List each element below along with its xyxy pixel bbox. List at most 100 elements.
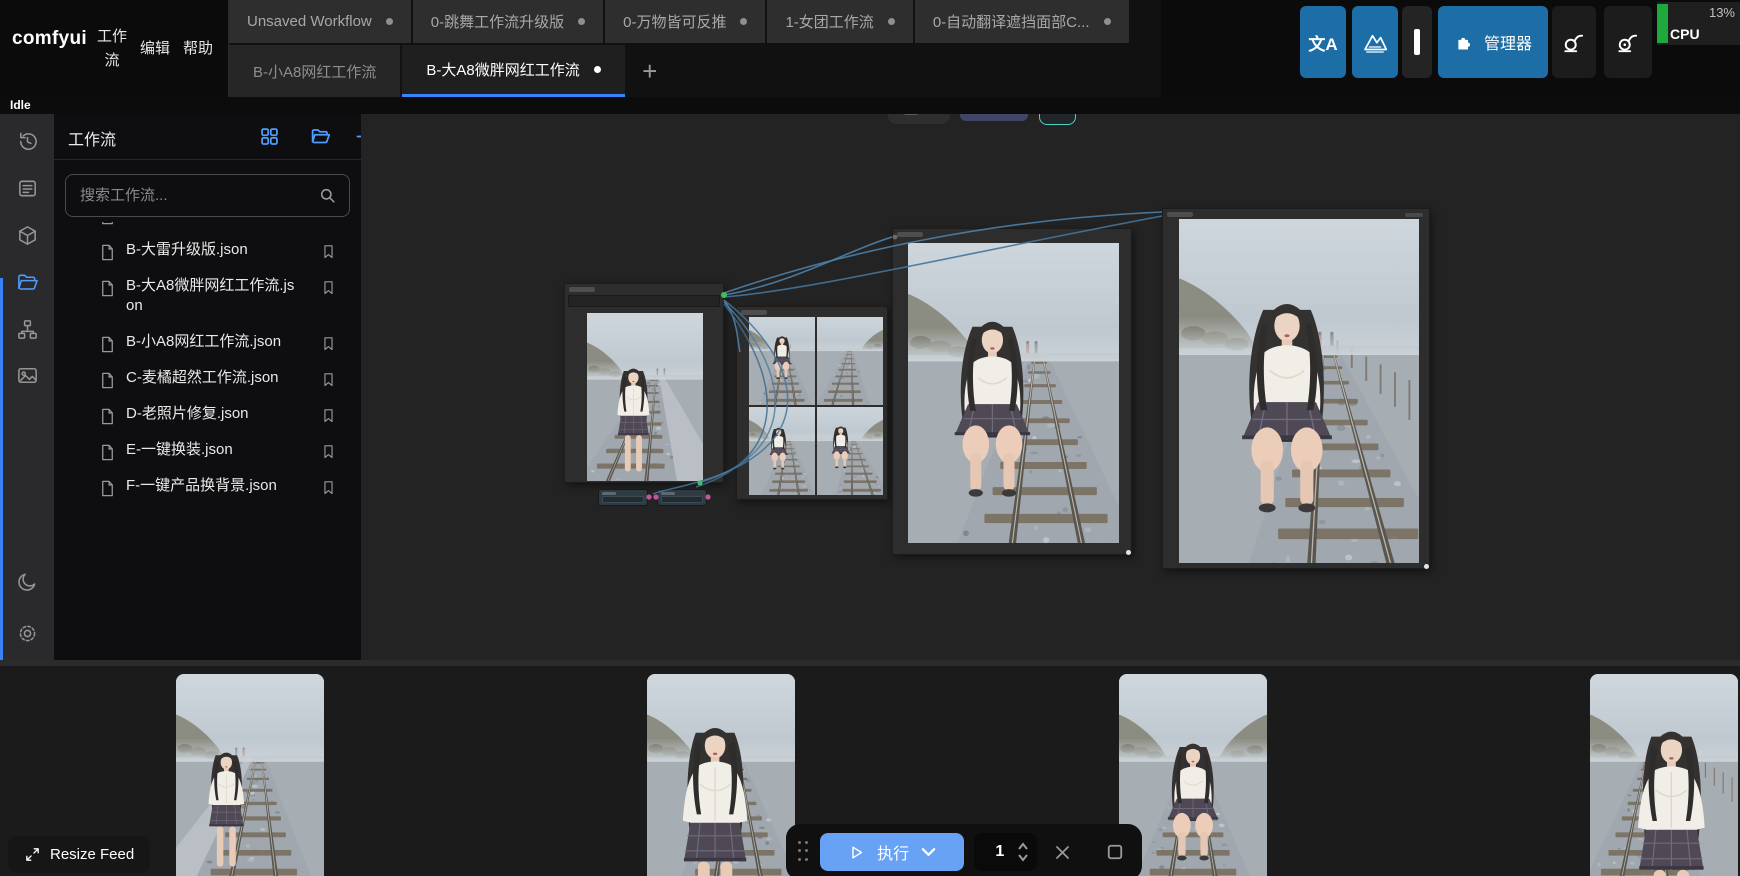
search-input[interactable] [78, 186, 318, 205]
resize-feed-button[interactable]: Resize Feed [8, 836, 150, 873]
workflow-tab[interactable]: B-大A8微胖网红工作流 [402, 45, 624, 97]
node-widget-stub[interactable] [602, 496, 644, 503]
file-icon [98, 279, 117, 298]
node-preview-2[interactable] [892, 228, 1132, 555]
node-widget-stub[interactable] [661, 496, 703, 503]
panel-header: 工作流 [54, 114, 361, 160]
resize-icon [24, 846, 41, 863]
feed-thumbnail[interactable] [176, 674, 324, 876]
menu-help[interactable]: 帮助 [183, 0, 213, 97]
node-image [749, 317, 815, 405]
node-title-stub [1167, 212, 1193, 217]
save-floppy-icon [1048, 114, 1067, 116]
status-text: Idle [10, 98, 31, 112]
bookmark-icon[interactable] [320, 243, 337, 260]
save-workflow-button[interactable] [1039, 114, 1076, 125]
workflow-file-item[interactable]: D-老照片修复.json [54, 396, 361, 432]
tab-label: 0-跳舞工作流升级版 [431, 11, 564, 32]
settings-gear-icon[interactable] [16, 622, 39, 645]
workflow-file-item[interactable]: B-大A8微胖网红工作流.json [54, 268, 361, 324]
bookmark-icon[interactable] [320, 371, 337, 388]
batch-count-input[interactable]: 1 [974, 833, 1037, 871]
workflow-tab[interactable]: 0-自动翻译遮挡面部C... [915, 0, 1129, 43]
resize-handle[interactable] [1424, 564, 1429, 569]
workflow-file-item[interactable]: B-大雷升级版.json [54, 232, 361, 268]
workflow-file-list: 网红工作流.json B-大雷升级版.jsonB-大A8微胖网红工作流.jsonB… [54, 222, 361, 660]
menu-workflow[interactable]: 工作流 [97, 0, 127, 97]
resize-handle[interactable] [1126, 550, 1131, 555]
translate-button[interactable]: 文A [1300, 6, 1346, 78]
batch-count-stepper[interactable] [1017, 842, 1029, 862]
new-workflow-plus-icon[interactable] [354, 126, 361, 147]
comfyui-app: comfyui 工作流 编辑 帮助 Unsaved Workflow0-跳舞工作… [0, 0, 1740, 876]
workflows-folder-icon[interactable] [16, 271, 39, 294]
clean-vram-all-button[interactable] [1604, 6, 1652, 78]
bookmark-icon[interactable] [320, 335, 337, 352]
workflow-tab[interactable]: 0-跳舞工作流升级版 [413, 0, 603, 43]
node-title-stub [897, 232, 923, 237]
history-icon[interactable] [16, 130, 39, 153]
grid-view-icon[interactable] [259, 126, 280, 147]
bookmark-icon[interactable] [320, 443, 337, 460]
workflow-file-item[interactable]: B-小A8网红工作流.json [54, 324, 361, 360]
workflow-search[interactable] [65, 174, 350, 217]
workflow-tab[interactable]: 0-万物皆可反推 [605, 0, 765, 43]
workflow-tab[interactable]: 1-女团工作流 [767, 0, 912, 43]
node-preview-grid[interactable] [736, 306, 888, 500]
gallery-icon[interactable] [16, 364, 39, 387]
partial-icon-button[interactable] [1402, 6, 1432, 78]
tab-label: B-大A8微胖网红工作流 [426, 59, 579, 80]
cpu-usage-bar [1657, 4, 1668, 43]
node-image [908, 243, 1119, 543]
tab-label: B-小A8网红工作流 [253, 61, 376, 82]
node-buttons-stub[interactable] [1405, 213, 1423, 217]
browse-folder-icon[interactable] [310, 126, 331, 147]
model-library-icon[interactable] [16, 224, 39, 247]
workflow-file-item[interactable]: 网红工作流.json [54, 222, 361, 232]
workflow-tab[interactable]: B-小A8网红工作流 [229, 45, 400, 97]
node-preview-1[interactable] [564, 283, 724, 483]
mountain-logo-button[interactable] [1352, 6, 1398, 78]
manager-button[interactable]: 管理器 [1438, 6, 1548, 78]
active-tab-indicator [0, 278, 3, 660]
translate-icon: 文A [1308, 30, 1337, 55]
bookmark-icon[interactable] [320, 479, 337, 496]
bookmark-icon[interactable] [320, 279, 337, 296]
bookmark-icon[interactable] [320, 222, 337, 224]
workflow-file-item[interactable]: E-一键换装.json [54, 432, 361, 468]
bookmark-icon[interactable] [320, 407, 337, 424]
stop-button[interactable] [1101, 837, 1130, 867]
run-button[interactable]: 执行 [820, 833, 965, 871]
collapsed-node-1[interactable] [598, 489, 648, 506]
workflow-file-item[interactable]: F-一键产品换背景.json [54, 468, 361, 504]
file-icon [98, 222, 117, 226]
clear-queue-button[interactable] [1047, 837, 1076, 867]
collapsed-node-2[interactable] [657, 489, 707, 506]
tab-label: Unsaved Workflow [247, 13, 372, 30]
workflow-tab[interactable]: Unsaved Workflow [229, 0, 411, 43]
node-preview-3[interactable] [1162, 208, 1430, 569]
vacuum-icon [1615, 29, 1641, 55]
tab-row-2: B-小A8网红工作流 B-大A8微胖网红工作流 + [229, 45, 1161, 97]
file-icon [98, 479, 117, 498]
node-templates-icon[interactable] [16, 318, 39, 341]
feed-thumbnail[interactable] [647, 674, 795, 876]
workspace-folder-dropdown[interactable] [888, 114, 950, 124]
theme-moon-icon[interactable] [16, 570, 39, 593]
clean-vram-button[interactable] [1552, 6, 1596, 78]
search-icon [318, 186, 337, 205]
new-tab-button[interactable]: + [627, 45, 673, 97]
close-icon [1053, 843, 1072, 862]
node-widget-stub[interactable] [568, 295, 720, 307]
models-button[interactable]: Models [960, 114, 1028, 121]
queue-icon[interactable] [16, 177, 39, 200]
menu-edit[interactable]: 编辑 [140, 0, 170, 97]
node-image [817, 317, 883, 405]
unsaved-dot [578, 18, 585, 25]
drag-handle[interactable] [798, 841, 810, 863]
node-title-stub [569, 287, 595, 292]
graph-canvas[interactable]: Models [361, 114, 1740, 660]
workflow-file-item[interactable]: C-麦橘超然工作流.json [54, 360, 361, 396]
feed-thumbnail[interactable] [1590, 674, 1738, 876]
file-name: 网红工作流.json [126, 222, 298, 224]
